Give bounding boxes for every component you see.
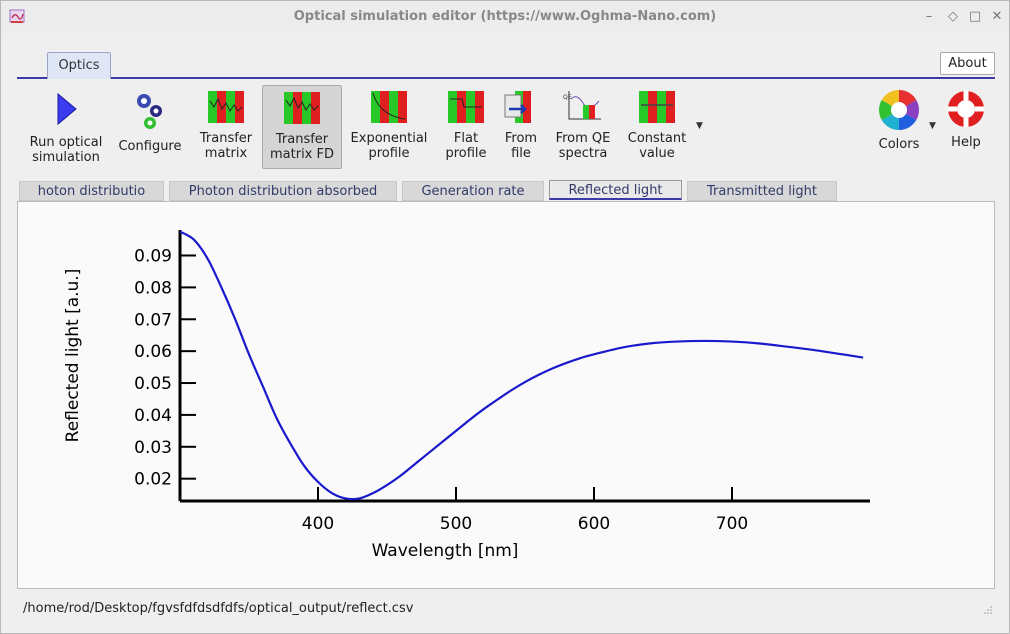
gears-icon xyxy=(137,94,162,129)
tab-transmitted-light[interactable]: Transmitted light xyxy=(687,181,837,201)
configure-label: Configure xyxy=(118,139,182,154)
svg-text:QE: QE xyxy=(563,94,572,101)
transfer-matrix-fd-button[interactable]: Transfer matrix FD xyxy=(262,85,342,169)
transfer-matrix-fd-icon xyxy=(284,92,320,124)
exponential-profile-icon xyxy=(371,91,407,123)
y-tick-label: 0.07 xyxy=(134,310,172,330)
x-tick-label: 700 xyxy=(716,514,748,534)
exponential-profile-label: Exponential profile xyxy=(350,131,428,161)
title-bar: Optical simulation editor (https://www.O… xyxy=(1,1,1009,33)
from-qe-spectra-button[interactable]: QE From QE spectra xyxy=(551,85,615,169)
lifebuoy-icon xyxy=(948,91,984,127)
x-tick-label: 400 xyxy=(302,514,334,534)
transfer-matrix-fd-label: Transfer matrix FD xyxy=(270,132,334,162)
play-icon xyxy=(57,92,77,126)
y-tick-label: 0.04 xyxy=(134,406,172,426)
colors-button[interactable]: Colors xyxy=(871,85,927,169)
color-wheel-icon xyxy=(879,90,919,130)
colors-label: Colors xyxy=(878,137,920,152)
flat-profile-icon xyxy=(448,91,484,123)
from-qe-spectra-label: From QE spectra xyxy=(555,131,611,161)
about-button[interactable]: About xyxy=(940,52,995,75)
window-title: Optical simulation editor (https://www.O… xyxy=(293,9,717,24)
transfer-matrix-button[interactable]: Transfer matrix xyxy=(195,85,257,169)
maximize-button[interactable]: □ xyxy=(967,9,983,25)
y-tick-label: 0.05 xyxy=(134,374,172,394)
reflected-light-series-line xyxy=(179,230,864,501)
help-button[interactable]: Help xyxy=(941,85,991,169)
tab-photon-distribution-absorbed[interactable]: Photon distribution absorbed xyxy=(169,181,397,201)
run-optical-simulation-button[interactable]: Run optical simulation xyxy=(23,85,109,169)
toolbar-overflow-arrow-icon[interactable]: ▼ xyxy=(696,121,703,131)
y-tick-label: 0.03 xyxy=(134,438,172,458)
y-tick-label: 0.09 xyxy=(134,247,172,267)
from-file-label: From file xyxy=(504,131,538,161)
tab-photon-distribution[interactable]: hoton distributio xyxy=(19,181,164,201)
x-tick-label: 600 xyxy=(578,514,610,534)
status-file-path: /home/rod/Desktop/fgvsfdfdsdfdfs/optical… xyxy=(23,601,414,616)
main-tab-bar: Optics xyxy=(17,51,995,79)
flat-profile-label: Flat profile xyxy=(445,131,487,161)
app-window: Optical simulation editor (https://www.O… xyxy=(0,0,1010,634)
constant-value-button[interactable]: Constant value xyxy=(621,85,693,169)
flat-profile-button[interactable]: Flat profile xyxy=(439,85,493,169)
x-axis-label: Wavelength [nm] xyxy=(372,541,519,561)
colors-dropdown-arrow-icon[interactable]: ▼ xyxy=(929,121,936,131)
transfer-matrix-label: Transfer matrix xyxy=(199,131,253,161)
y-tick-label: 0.02 xyxy=(134,470,172,490)
run-optical-simulation-label: Run optical simulation xyxy=(29,135,103,165)
resize-grip-icon[interactable] xyxy=(983,605,993,615)
help-label: Help xyxy=(951,135,981,150)
from-file-icon xyxy=(504,91,531,123)
transfer-matrix-icon xyxy=(208,91,244,123)
plot-panel[interactable]: 0.02 0.03 0.04 0.05 0.06 0.07 0.08 0.09 400 500 60… xyxy=(17,201,995,589)
minimize-button[interactable]: – xyxy=(921,9,937,25)
constant-value-icon xyxy=(639,91,675,123)
from-file-button[interactable]: From file xyxy=(499,85,543,169)
qe-spectra-icon: QE xyxy=(563,91,601,120)
tab-reflected-light[interactable]: Reflected light xyxy=(549,180,682,200)
y-tick-label: 0.06 xyxy=(134,342,172,362)
x-tick-label: 500 xyxy=(440,514,472,534)
y-axis-label: Reflected light [a.u.] xyxy=(63,269,83,443)
y-tick-label: 0.08 xyxy=(134,278,172,298)
shade-button[interactable]: ◇ xyxy=(945,9,961,25)
reflected-light-chart[interactable]: 0.02 0.03 0.04 0.05 0.06 0.07 0.08 0.09 400 500 60… xyxy=(18,202,994,588)
tab-generation-rate[interactable]: Generation rate xyxy=(402,181,544,201)
close-button[interactable]: ✕ xyxy=(989,9,1005,25)
tab-optics[interactable]: Optics xyxy=(47,52,111,79)
exponential-profile-button[interactable]: Exponential profile xyxy=(347,85,431,169)
configure-button[interactable]: Configure xyxy=(113,85,187,169)
constant-value-label: Constant value xyxy=(627,131,687,161)
